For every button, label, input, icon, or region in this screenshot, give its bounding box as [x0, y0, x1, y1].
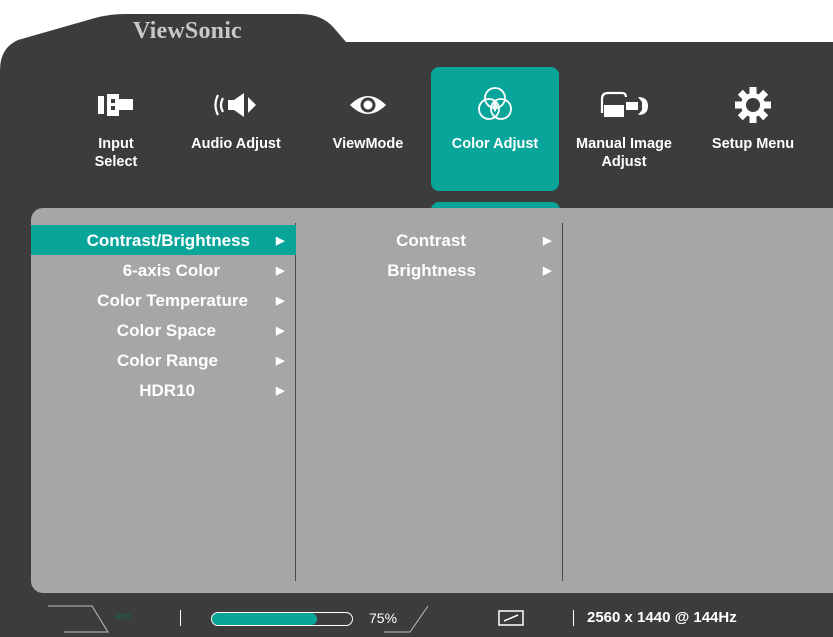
menu-item-label: Color Range [116, 351, 218, 370]
menu-item-label: Color Temperature [97, 291, 248, 310]
menu-item-label: Contrast/Brightness [86, 231, 250, 250]
tab-label: ViewMode [332, 136, 404, 152]
submenu-item-label: Contrast [396, 231, 466, 250]
submenu-item-brightness[interactable]: Brightness ▶ [296, 255, 562, 285]
submenu-item-contrast[interactable]: Contrast ▶ [296, 225, 562, 255]
submenu-item-label: Brightness [387, 261, 476, 280]
eco-mode-icon: eco [116, 611, 131, 621]
menu-item-color-space[interactable]: Color Space ▶ [31, 315, 296, 345]
resolution-readout: 2560 x 1440 @ 144Hz [587, 609, 737, 626]
menu-item-color-temperature[interactable]: Color Temperature ▶ [31, 285, 296, 315]
submenu-arrow-icon: ▶ [276, 265, 285, 277]
volume-percent: 75% [369, 610, 398, 626]
menu-item-color-range[interactable]: Color Range ▶ [31, 345, 296, 375]
menu-item-6-axis-color[interactable]: 6-axis Color ▶ [31, 255, 296, 285]
submenu-arrow-icon: ▶ [543, 235, 552, 247]
tab-manual-image-adjust[interactable]: Manual Image Adjust [560, 67, 688, 191]
aspect-ratio-icon [498, 610, 524, 626]
submenu-arrow-icon: ▶ [276, 295, 285, 307]
gear-icon [733, 81, 773, 129]
tab-setup-menu[interactable]: Setup Menu [689, 67, 817, 191]
tab-input-select[interactable]: Input Select [52, 67, 180, 191]
eye-icon [346, 81, 390, 129]
tab-label: Setup Menu [711, 136, 795, 152]
input-select-icon [94, 81, 138, 129]
submenu-arrow-icon: ▶ [276, 325, 285, 337]
volume-bar-fill [212, 613, 317, 625]
status-separator [180, 610, 181, 626]
column-divider [562, 223, 563, 581]
brand-logo: ViewSonic [133, 18, 242, 44]
submenu-arrow-icon: ▶ [543, 265, 552, 277]
tab-color-adjust[interactable]: Color Adjust [431, 67, 559, 191]
tab-label: Audio Adjust [191, 136, 281, 152]
submenu-arrow-icon: ▶ [276, 385, 285, 397]
menu-item-label: 6-axis Color [122, 261, 220, 280]
menu-item-label: HDR10 [139, 381, 195, 400]
menu-item-contrast-brightness[interactable]: Contrast/Brightness ▶ [31, 225, 296, 255]
tab-label: Input Select [94, 136, 138, 170]
submenu-arrow-icon: ▶ [276, 355, 285, 367]
color-circles-icon [473, 81, 517, 129]
menu-item-hdr10[interactable]: HDR10 ▶ [31, 375, 296, 405]
speaker-icon [206, 81, 266, 129]
volume-bar [211, 612, 353, 626]
tab-audio-adjust[interactable]: Audio Adjust [172, 67, 300, 191]
hand-wrench-icon [596, 81, 652, 129]
submenu-arrow-icon: ▶ [276, 235, 285, 247]
tab-label: Color Adjust [451, 136, 539, 152]
status-separator [573, 610, 574, 626]
tab-label: Manual Image Adjust [576, 136, 672, 170]
tab-viewmode[interactable]: ViewMode [304, 67, 432, 191]
menu-item-label: Color Space [116, 321, 216, 340]
